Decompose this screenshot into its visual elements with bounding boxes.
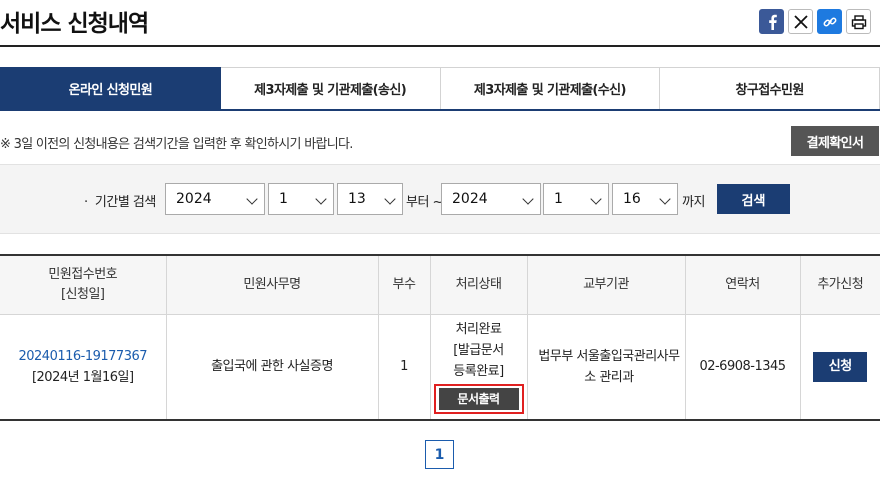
facebook-icon[interactable]: [759, 9, 784, 34]
chevron-down-icon: [659, 193, 671, 205]
status-text: 처리완료: [455, 322, 502, 338]
chevron-down-icon: [522, 193, 534, 205]
issuing-agency: 법무부 서울출입국관리사무소 관리과: [526, 313, 686, 421]
from-suffix: 부터 ~: [406, 195, 443, 210]
header-additional: 추가신청: [799, 254, 880, 315]
header-copies: 부수: [377, 254, 431, 315]
search-button[interactable]: 검색: [717, 184, 790, 214]
header-receipt-no-text: 민원접수번호: [48, 266, 118, 282]
share-toolbar: [759, 9, 871, 34]
search-period-label-text: 기간별 검색: [94, 195, 156, 210]
print-document-button[interactable]: 문서출력: [438, 388, 519, 411]
copies: 1: [377, 313, 431, 421]
service-name: 출입국에 관한 사실증명: [165, 313, 379, 421]
to-month-value: 1: [554, 191, 563, 207]
page-title: 서비스 신청내역: [0, 11, 149, 37]
payment-confirmation-button[interactable]: 결제확인서: [791, 126, 879, 156]
table-row: 20240116-19177367 [2024년 1월16일] 출입국에 관한 …: [0, 313, 880, 421]
to-day-select[interactable]: 16: [612, 183, 678, 215]
apply-button[interactable]: 신청: [813, 351, 868, 382]
search-period-label: · 기간별 검색: [84, 195, 156, 210]
from-day-select[interactable]: 13: [337, 183, 403, 215]
tab-bar: 온라인 신청민원 제3자제출 및 기관제출(송신) 제3자제출 및 기관제출(수…: [0, 67, 880, 111]
additional-cell: 신청: [799, 313, 880, 421]
header-receipt-no: 민원접수번호 [신청일]: [0, 254, 167, 315]
header-agency: 교부기관: [526, 254, 686, 315]
header-service-name: 민원사무명: [165, 254, 379, 315]
pagination-page-1[interactable]: 1: [425, 440, 454, 469]
from-year-select[interactable]: 2024: [165, 183, 265, 215]
search-panel: · 기간별 검색 2024 1 13 부터 ~ 2024 1 16 까지 검색: [0, 164, 880, 234]
from-day-value: 13: [348, 191, 366, 207]
x-icon[interactable]: [788, 9, 813, 34]
table-header-row: 민원접수번호 [신청일] 민원사무명 부수 처리상태 교부기관 연락처 추가신청: [0, 254, 880, 315]
chevron-down-icon: [384, 193, 396, 205]
contact-number: 02-6908-1345: [684, 313, 801, 421]
tab-online-applications[interactable]: 온라인 신청민원: [0, 67, 221, 109]
chevron-down-icon: [590, 193, 602, 205]
print-icon[interactable]: [846, 9, 871, 34]
header-date-text: [신청일]: [60, 286, 105, 302]
tab-counter-applications[interactable]: 창구접수민원: [660, 67, 880, 109]
notice-text: ※ 3일 이전의 신청내용은 검색기간을 입력한 후 확인하시기 바랍니다.: [0, 137, 353, 152]
status-cell: 처리완료 [발급문서 등록완료] 문서출력: [429, 313, 528, 421]
chevron-down-icon: [315, 193, 327, 205]
to-year-select[interactable]: 2024: [441, 183, 541, 215]
to-month-select[interactable]: 1: [543, 183, 609, 215]
header-status: 처리상태: [429, 254, 528, 315]
to-suffix: 까지: [682, 195, 705, 210]
from-month-select[interactable]: 1: [268, 183, 334, 215]
to-day-value: 16: [623, 191, 641, 207]
tab-third-party-received[interactable]: 제3자제출 및 기관제출(수신): [440, 67, 661, 109]
status-detail-2: 등록완료]: [453, 364, 504, 380]
receipt-cell: 20240116-19177367 [2024년 1월16일]: [0, 313, 167, 421]
print-highlight-box: 문서출력: [433, 384, 524, 415]
title-divider: [0, 45, 880, 47]
application-table: 민원접수번호 [신청일] 민원사무명 부수 처리상태 교부기관 연락처 추가신청 …: [0, 254, 880, 421]
to-year-value: 2024: [452, 191, 488, 207]
status-detail-1: [발급문서: [453, 343, 504, 359]
receipt-number-link[interactable]: 20240116-19177367: [0, 346, 166, 367]
application-date: [2024년 1월16일]: [31, 369, 134, 385]
link-icon[interactable]: [817, 9, 842, 34]
from-month-value: 1: [279, 191, 288, 207]
header-contact: 연락처: [684, 254, 801, 315]
from-year-value: 2024: [176, 191, 212, 207]
tab-third-party-sent[interactable]: 제3자제출 및 기관제출(송신): [220, 67, 441, 109]
chevron-down-icon: [246, 193, 258, 205]
